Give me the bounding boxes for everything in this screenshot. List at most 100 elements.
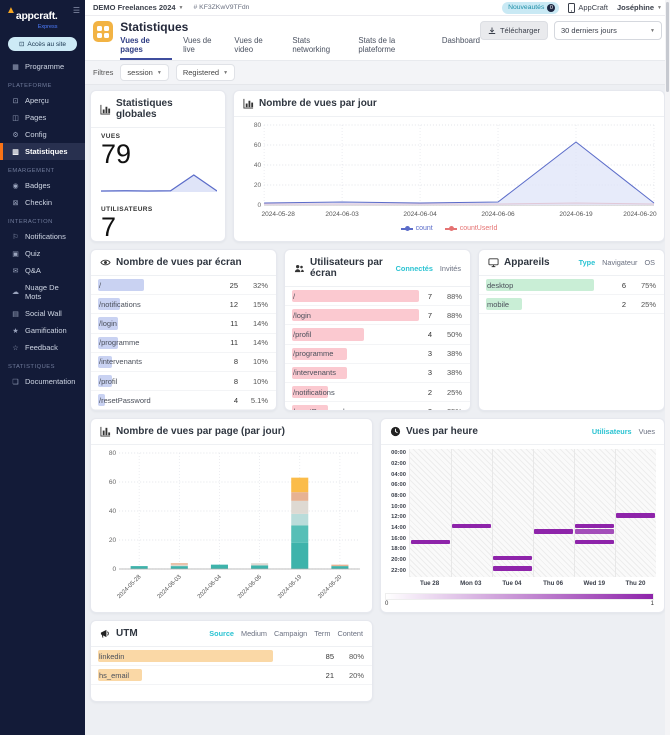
row-percent: 14% <box>238 319 268 328</box>
row-percent: 10% <box>238 357 268 366</box>
row-label: mobile <box>487 300 509 309</box>
tab-invit-s[interactable]: Invités <box>440 264 461 273</box>
sidebar-item-aper-u[interactable]: ⊡Aperçu <box>0 92 85 109</box>
sidebar-item-feedback[interactable]: ☆Feedback <box>0 339 85 356</box>
list-item: /programme1114% <box>91 334 276 353</box>
svg-text:2024-06-03: 2024-06-03 <box>157 574 183 600</box>
users-per-screen-card: Utilisateurs par écran ConnectésInvités … <box>284 249 471 411</box>
sidebar-item-notifications[interactable]: ⚐Notifications <box>0 228 85 245</box>
page-tabs: Vues de pages Vues de live Vues de video St… <box>120 36 480 60</box>
scrollbar-thumb[interactable] <box>666 2 669 92</box>
row-value: 3 <box>408 349 432 358</box>
tab-connect-s[interactable]: Connectés <box>396 264 433 273</box>
whats-new-button[interactable]: Nouveautés 0 <box>502 2 559 14</box>
phone-icon <box>568 3 575 13</box>
row-percent: 38% <box>432 368 462 377</box>
svg-text:2024-06-20: 2024-06-20 <box>623 211 657 218</box>
tab-source[interactable]: Source <box>209 629 234 638</box>
tab-os[interactable]: OS <box>644 258 655 267</box>
row-percent: 32% <box>238 281 268 290</box>
download-button[interactable]: Télécharger <box>480 21 548 40</box>
heatmap-day-label: Wed 19 <box>574 580 615 587</box>
cloud-icon: ☁ <box>11 288 20 296</box>
row-value: 21 <box>310 671 334 680</box>
tab-dashboard[interactable]: Dashboard <box>442 36 480 60</box>
sidebar-item-label: Documentation <box>25 377 75 386</box>
sidebar-item-q-a[interactable]: ✉Q&A <box>0 262 85 279</box>
row-label: /profil <box>99 377 117 386</box>
svg-text:60: 60 <box>109 479 117 486</box>
sidebar-collapse-icon[interactable]: ☰ <box>73 6 80 15</box>
sidebar-item-checkin[interactable]: ⊠Checkin <box>0 194 85 211</box>
tab-stats-networking[interactable]: Stats networking <box>292 36 347 60</box>
heatmap-day-label: Thu 06 <box>533 580 574 587</box>
tab-type[interactable]: Type <box>579 258 596 267</box>
heatmap-hour-label: 14:00 <box>391 525 406 531</box>
sidebar-item-pages[interactable]: ◫ Pages <box>0 109 85 126</box>
tab-vues-de-live[interactable]: Vues de live <box>183 36 223 60</box>
svg-text:60: 60 <box>254 142 262 149</box>
sidebar-item-quiz[interactable]: ▣Quiz <box>0 245 85 262</box>
global-stats-card: Statistiques globales VUES79UTILISATEURS… <box>90 90 226 242</box>
sidebar-item-badges[interactable]: ◉Badges <box>0 177 85 194</box>
page-header: Statistiques Vues de pagesVues de liveVu… <box>85 16 670 60</box>
user-menu[interactable]: Joséphine ▼ <box>617 3 662 12</box>
value-bar <box>98 279 144 291</box>
sidebar-item-config[interactable]: ⚙Config <box>0 126 85 143</box>
row-value: 2 <box>602 300 626 309</box>
tab-content[interactable]: Content <box>337 629 363 638</box>
sidebar-item-label: Gamification <box>25 326 67 335</box>
chart-column-icon <box>100 426 111 437</box>
star-icon: ☆ <box>11 344 20 352</box>
filter-chip-registered[interactable]: Registered▼ <box>176 64 235 81</box>
filter-chip-session[interactable]: session▼ <box>120 64 168 81</box>
row-value: 85 <box>310 652 334 661</box>
tab-term[interactable]: Term <box>314 629 330 638</box>
list-item: /notifications1215% <box>91 295 276 314</box>
tab-navigateur[interactable]: Navigateur <box>602 258 637 267</box>
svg-text:0: 0 <box>257 202 261 209</box>
tab-campaign[interactable]: Campaign <box>274 629 307 638</box>
scrollbar[interactable] <box>665 0 670 735</box>
sidebar-item-programme[interactable]: ▦Programme <box>0 58 85 75</box>
tab-medium[interactable]: Medium <box>241 629 267 638</box>
list-item: hs_email2120% <box>91 666 372 685</box>
clock-icon <box>390 426 401 437</box>
svg-text:2024-06-06: 2024-06-06 <box>481 211 515 218</box>
tab-vues-de-video[interactable]: Vues de video <box>234 36 281 60</box>
sidebar-item-gamification[interactable]: ★Gamification <box>0 322 85 339</box>
scale-min: 0 <box>385 601 388 607</box>
row-value: 2 <box>408 388 432 397</box>
tab-vues-de-pages[interactable]: Vues de pages <box>120 36 172 60</box>
tab-vues[interactable]: Vues <box>639 427 655 436</box>
appcraft-mobile-link[interactable]: AppCraft <box>568 3 608 13</box>
row-label: /intervenants <box>99 357 142 366</box>
chart-bars-icon <box>100 104 111 115</box>
tab-utilisateurs[interactable]: Utilisateurs <box>592 427 632 436</box>
heatmap-cell <box>575 524 614 529</box>
heatmap-cell <box>616 513 655 518</box>
pages-icon: ◫ <box>11 114 20 122</box>
list-item: linkedin8580% <box>91 647 372 666</box>
svg-text:2024-05-28: 2024-05-28 <box>262 211 296 218</box>
event-selector[interactable]: DEMO Freelances 2024 ▼ <box>93 3 184 12</box>
sidebar-item-label: Badges <box>25 181 50 190</box>
views-per-screen-card: Nombre de vues par écran /2532%/notifica… <box>90 249 277 411</box>
sidebar-item-nuage-de-mots[interactable]: ☁Nuage De Mots <box>0 279 85 305</box>
sidebar-nav: ▦ProgrammePLATEFORME⊡Aperçu◫Pages⚙Config… <box>0 58 85 390</box>
tab-stats-de-la-plateforme[interactable]: Stats de la plateforme <box>358 36 430 60</box>
legend-count[interactable]: count <box>401 225 433 232</box>
sidebar-item-label: Social Wall <box>25 309 62 318</box>
legend-countuserid[interactable]: countUserId <box>445 225 498 232</box>
site-access-button[interactable]: ⊡ Accès au site <box>8 37 77 51</box>
row-label: hs_email <box>99 671 129 680</box>
sidebar-item-documentation[interactable]: ❏Documentation <box>0 373 85 390</box>
card-title: UTM <box>116 628 138 639</box>
row-percent: 75% <box>626 281 656 290</box>
heatmap-hour-label: 20:00 <box>391 557 406 563</box>
period-select[interactable]: 30 derniers jours ▼ <box>554 21 662 40</box>
sidebar-item-statistiques[interactable]: ▥Statistiques <box>0 143 85 160</box>
sidebar-item-social-wall[interactable]: ▤Social Wall <box>0 305 85 322</box>
card-title: Appareils <box>504 257 550 268</box>
sidebar-item-label: Pages <box>25 113 46 122</box>
